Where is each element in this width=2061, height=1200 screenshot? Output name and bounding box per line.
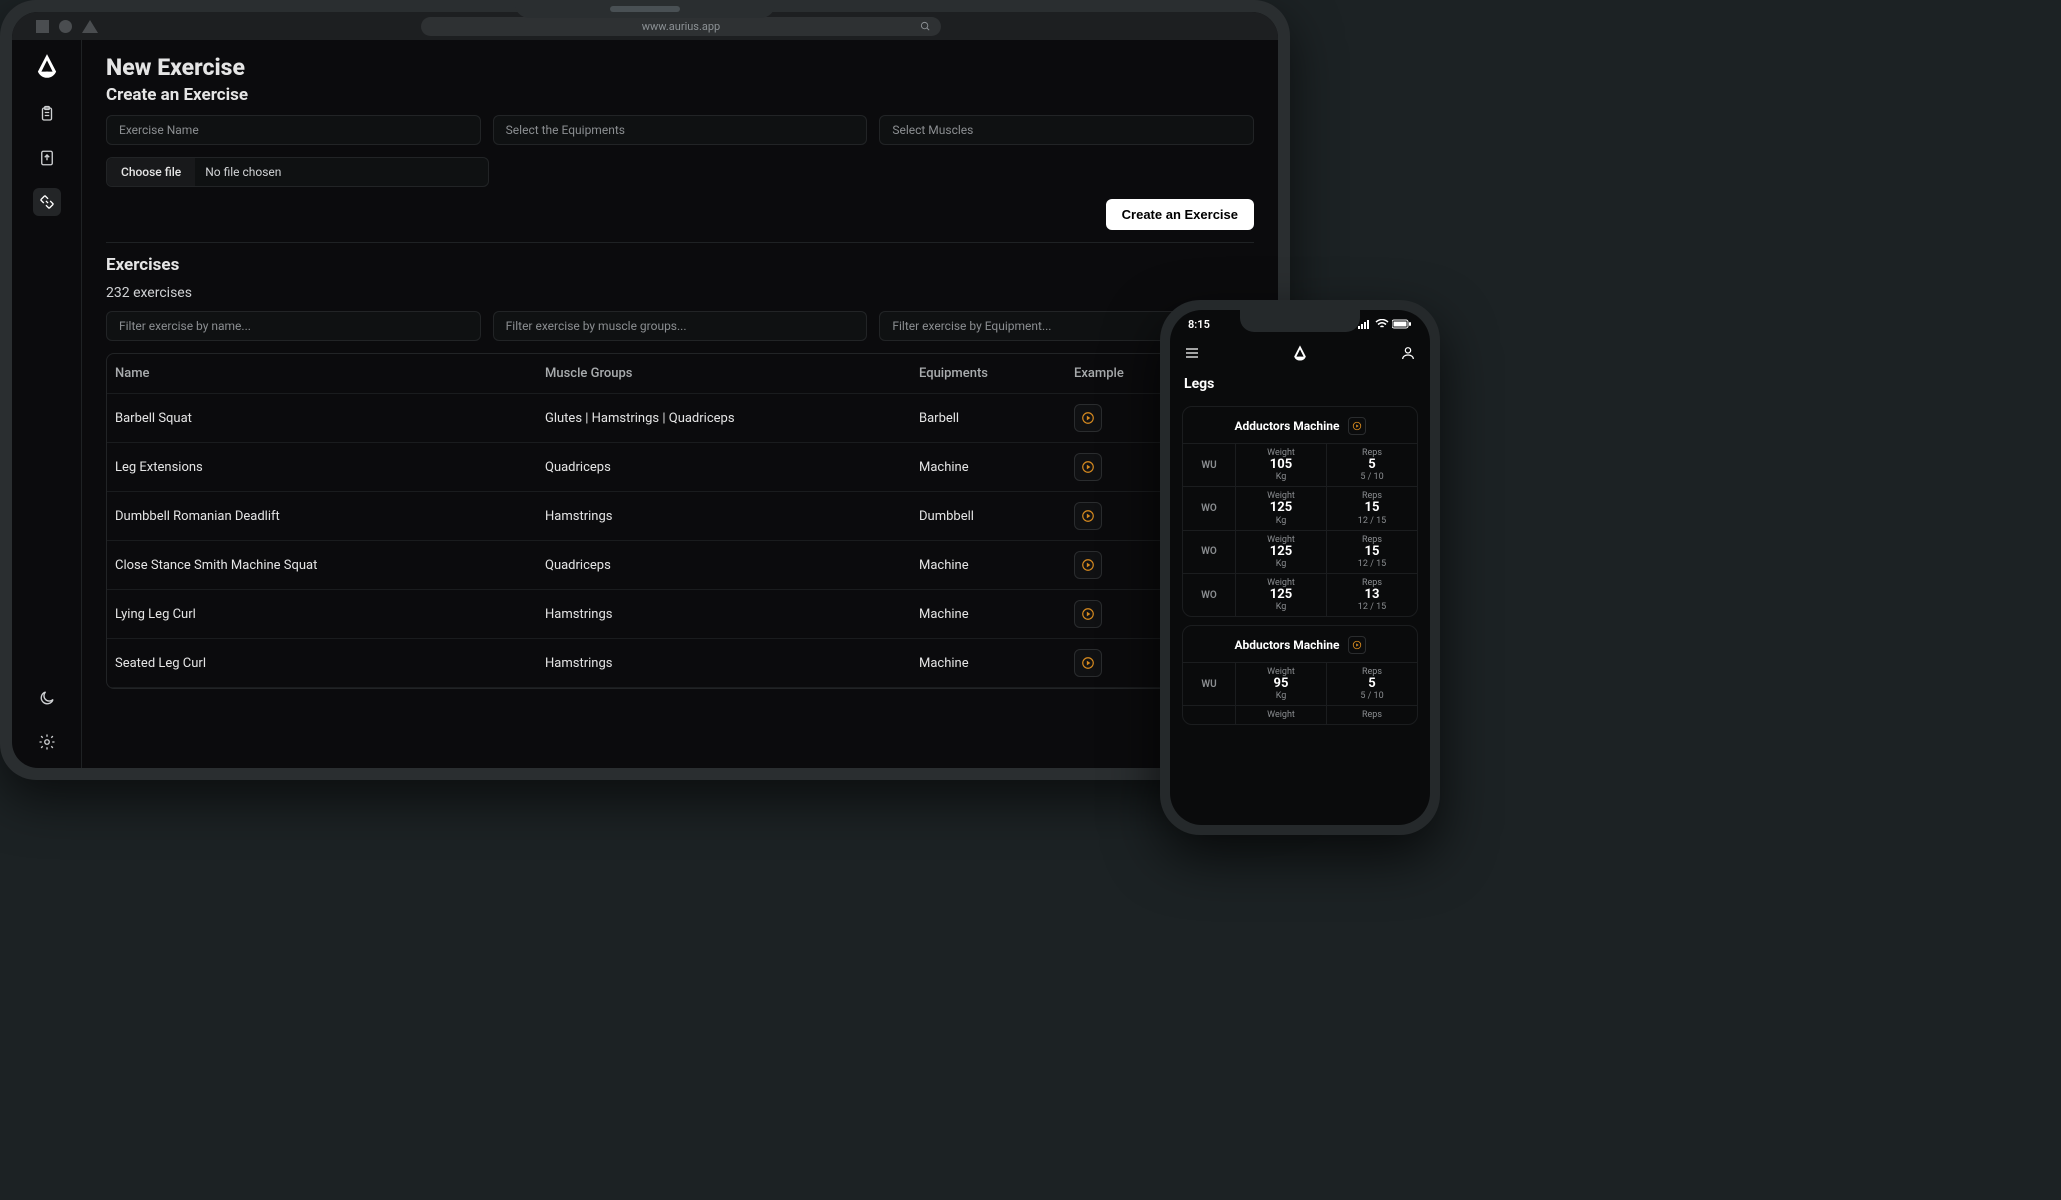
- nav-clipboard-icon[interactable]: [33, 100, 61, 128]
- nav-upload-icon[interactable]: [33, 144, 61, 172]
- set-reps: Reps: [1326, 705, 1417, 724]
- table-row: Seated Leg Curl Hamstrings Machine: [107, 639, 1253, 688]
- page-title: New Exercise: [106, 54, 1254, 81]
- card-title: Adductors Machine: [1234, 419, 1339, 433]
- set-weight: Weight: [1235, 705, 1326, 724]
- set-weight: Weight 105 Kg: [1235, 443, 1326, 486]
- select-muscles-input[interactable]: Select Muscles: [879, 115, 1254, 145]
- settings-icon[interactable]: [33, 728, 61, 756]
- app-logo[interactable]: [33, 52, 61, 80]
- set-type: WU: [1183, 443, 1235, 486]
- exercises-table: Name Muscle Groups Equipments Example Ba…: [106, 353, 1254, 689]
- cell-muscle: Hamstrings: [545, 509, 919, 524]
- phone-notch: [1240, 310, 1360, 332]
- phone-frame: 8:15 Legs Adductors Machine W: [1160, 300, 1440, 835]
- cell-name: Lying Leg Curl: [115, 607, 545, 622]
- set-type: [1183, 705, 1235, 724]
- cell-equip: Machine: [919, 558, 1074, 573]
- choose-file-button[interactable]: Choose file: [107, 158, 195, 186]
- set-type: WO: [1183, 530, 1235, 573]
- tablet-frame: www.aurius.app: [0, 0, 1290, 780]
- cell-name: Dumbbell Romanian Deadlift: [115, 509, 545, 524]
- phone-page-title: Legs: [1170, 370, 1430, 398]
- table-row: Dumbbell Romanian Deadlift Hamstrings Du…: [107, 492, 1253, 541]
- sidebar: [12, 40, 82, 768]
- exercise-card: Abductors Machine WU Weight 95 Kg Reps 5…: [1182, 625, 1418, 725]
- create-heading: Create an Exercise: [106, 85, 1254, 105]
- exercises-heading: Exercises: [106, 255, 1254, 275]
- play-example-button[interactable]: [1074, 649, 1102, 677]
- cell-muscle: Quadriceps: [545, 558, 919, 573]
- file-input[interactable]: Choose file No file chosen: [106, 157, 489, 187]
- filter-muscle-input[interactable]: Filter exercise by muscle groups...: [493, 311, 868, 341]
- card-play-button[interactable]: [1348, 636, 1366, 654]
- phone-logo[interactable]: [1291, 344, 1309, 362]
- search-icon: [920, 21, 931, 32]
- play-example-button[interactable]: [1074, 453, 1102, 481]
- exercise-card: Adductors Machine WU Weight 105 Kg Reps …: [1182, 406, 1418, 617]
- set-type: WO: [1183, 573, 1235, 616]
- cell-name: Seated Leg Curl: [115, 656, 545, 671]
- col-equip: Equipments: [919, 366, 1074, 381]
- set-weight: Weight 95 Kg: [1235, 662, 1326, 705]
- play-example-button[interactable]: [1074, 551, 1102, 579]
- set-reps: Reps 15 12 / 15: [1326, 530, 1417, 573]
- url-text: www.aurius.app: [642, 20, 720, 33]
- file-status: No file chosen: [195, 165, 291, 179]
- divider: [106, 242, 1254, 243]
- set-type: WU: [1183, 662, 1235, 705]
- cell-equip: Machine: [919, 656, 1074, 671]
- card-play-button[interactable]: [1348, 417, 1366, 435]
- cell-equip: Dumbbell: [919, 509, 1074, 524]
- window-control-icon: [59, 20, 72, 33]
- table-row: Leg Extensions Quadriceps Machine: [107, 443, 1253, 492]
- cell-equip: Barbell: [919, 411, 1074, 426]
- signal-icon: [1358, 319, 1372, 329]
- exercise-count: 232 exercises: [106, 285, 1254, 301]
- set-type: WO: [1183, 486, 1235, 529]
- set-reps: Reps 5 5 / 10: [1326, 443, 1417, 486]
- exercise-name-input[interactable]: Exercise Name: [106, 115, 481, 145]
- select-equipments-input[interactable]: Select the Equipments: [493, 115, 868, 145]
- set-weight: Weight 125 Kg: [1235, 530, 1326, 573]
- profile-icon[interactable]: [1400, 345, 1416, 361]
- cell-name: Leg Extensions: [115, 460, 545, 475]
- window-control-icon: [36, 20, 49, 33]
- cell-muscle: Quadriceps: [545, 460, 919, 475]
- tablet-notch: [515, 0, 775, 18]
- cell-muscle: Hamstrings: [545, 607, 919, 622]
- table-row: Close Stance Smith Machine Squat Quadric…: [107, 541, 1253, 590]
- cell-equip: Machine: [919, 607, 1074, 622]
- hamburger-icon[interactable]: [1184, 345, 1200, 361]
- create-exercise-button[interactable]: Create an Exercise: [1106, 199, 1254, 230]
- cell-muscle: Hamstrings: [545, 656, 919, 671]
- table-row: Lying Leg Curl Hamstrings Machine: [107, 590, 1253, 639]
- set-weight: Weight 125 Kg: [1235, 573, 1326, 616]
- table-row: Barbell Squat Glutes | Hamstrings | Quad…: [107, 394, 1253, 443]
- play-example-button[interactable]: [1074, 404, 1102, 432]
- address-bar[interactable]: www.aurius.app: [421, 17, 941, 36]
- status-time: 8:15: [1188, 318, 1210, 331]
- play-example-button[interactable]: [1074, 600, 1102, 628]
- wifi-icon: [1375, 319, 1389, 329]
- set-reps: Reps 5 5 / 10: [1326, 662, 1417, 705]
- cell-name: Close Stance Smith Machine Squat: [115, 558, 545, 573]
- col-name: Name: [115, 366, 545, 381]
- cell-equip: Machine: [919, 460, 1074, 475]
- cell-name: Barbell Squat: [115, 411, 545, 426]
- set-weight: Weight 125 Kg: [1235, 486, 1326, 529]
- set-reps: Reps 13 12 / 15: [1326, 573, 1417, 616]
- col-muscle: Muscle Groups: [545, 366, 919, 381]
- set-reps: Reps 15 12 / 15: [1326, 486, 1417, 529]
- window-control-icon: [82, 20, 98, 33]
- filter-name-input[interactable]: Filter exercise by name...: [106, 311, 481, 341]
- play-example-button[interactable]: [1074, 502, 1102, 530]
- battery-icon: [1392, 319, 1412, 329]
- cell-muscle: Glutes | Hamstrings | Quadriceps: [545, 411, 919, 426]
- theme-toggle-icon[interactable]: [33, 684, 61, 712]
- card-title: Abductors Machine: [1234, 638, 1339, 652]
- nav-exercises-icon[interactable]: [33, 188, 61, 216]
